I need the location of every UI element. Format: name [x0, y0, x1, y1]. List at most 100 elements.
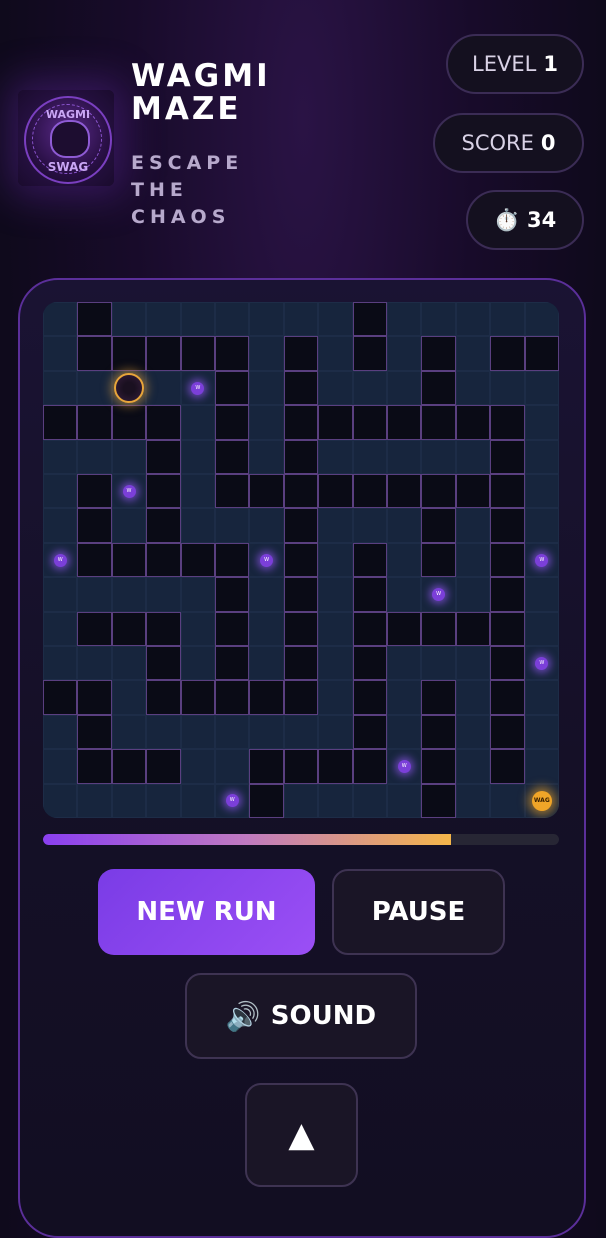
- maze-path-cell: [180, 439, 215, 474]
- maze-wall-cell: [215, 370, 250, 406]
- maze-path-cell: [43, 611, 78, 646]
- maze-path-cell: [111, 577, 147, 612]
- maze-path-cell: [111, 646, 147, 681]
- maze-path-cell: [249, 508, 284, 543]
- sound-button[interactable]: 🔊 SOUND: [185, 973, 417, 1059]
- maze-path-cell: [146, 302, 181, 337]
- subtitle-line-3: CHAOS: [131, 206, 231, 228]
- maze-wall-cell: [283, 474, 319, 509]
- maze-path-cell: [455, 714, 491, 750]
- maze-path-cell: [111, 302, 147, 337]
- move-up-button[interactable]: ▲: [245, 1083, 358, 1187]
- maze-wall-cell: [111, 749, 147, 784]
- maze-path-cell: [43, 577, 78, 612]
- logo-text-bottom: SWAG: [47, 160, 89, 174]
- maze-wall-cell: [387, 474, 422, 509]
- maze-path-cell: [455, 370, 491, 406]
- maze-path-cell: [111, 680, 147, 715]
- maze-wall-cell: [77, 508, 112, 543]
- maze-wall-cell: [352, 577, 387, 612]
- maze-path-cell: [283, 783, 319, 818]
- maze-wall-cell: [283, 611, 319, 646]
- maze-wall-cell: [180, 336, 215, 371]
- maze-path-cell: [111, 508, 147, 543]
- timer-pill: ⏱️ 34: [466, 190, 584, 250]
- maze-wall-cell: [387, 611, 422, 646]
- maze-wall-cell: [352, 714, 387, 750]
- new-run-button[interactable]: NEW RUN: [98, 869, 315, 955]
- maze-path-cell: [524, 474, 559, 509]
- maze-wall-cell: [283, 680, 319, 715]
- maze-wall-cell: [490, 577, 525, 612]
- maze-path-cell: [318, 508, 353, 543]
- maze-path-cell: [180, 714, 215, 750]
- maze-path-cell: [180, 783, 215, 818]
- maze-path-cell: [43, 783, 78, 818]
- maze-wall-cell: [283, 542, 319, 578]
- score-label: SCORE: [461, 131, 534, 155]
- maze-wall-cell: [490, 405, 525, 440]
- maze-path-cell: [215, 749, 250, 784]
- maze-path-cell: [77, 370, 112, 406]
- maze-path-cell: [524, 439, 559, 474]
- maze-wall-cell: [421, 542, 456, 578]
- maze-path-cell: [111, 783, 147, 818]
- maze-path-cell: [318, 542, 353, 578]
- maze-path-cell: [43, 474, 78, 509]
- maze-wall-cell: [352, 542, 387, 578]
- maze-path-cell: [387, 336, 422, 371]
- score-pill: SCORE 0: [433, 113, 584, 173]
- maze-path-cell: [490, 370, 525, 406]
- maze-path-cell: [352, 783, 387, 818]
- maze-wall-cell: [111, 336, 147, 371]
- maze-path-cell: [352, 370, 387, 406]
- maze-path-cell: [524, 749, 559, 784]
- maze-path-cell: [146, 714, 181, 750]
- maze-wall-cell: [352, 680, 387, 715]
- maze-wall-cell: [524, 336, 559, 371]
- maze-wall-cell: [215, 611, 250, 646]
- exit-token: WAG: [531, 790, 552, 811]
- maze-wall-cell: [283, 336, 319, 371]
- maze-path-cell: [455, 646, 491, 681]
- maze-path-cell: [146, 370, 181, 406]
- maze-path-cell: [524, 405, 559, 440]
- maze-wall-cell: [283, 646, 319, 681]
- maze-wall-cell: [352, 474, 387, 509]
- maze-wall-cell: [421, 783, 456, 818]
- wagmi-coin-icon: W: [122, 484, 136, 498]
- maze-path-cell: [77, 783, 112, 818]
- maze-wall-cell: [77, 336, 112, 371]
- maze-wall-cell: [146, 680, 181, 715]
- maze-wall-cell: [421, 680, 456, 715]
- maze-path-cell: [249, 646, 284, 681]
- arrow-up-icon: ▲: [288, 1115, 315, 1155]
- maze-wall-cell: [77, 611, 112, 646]
- maze-path-cell: [387, 439, 422, 474]
- maze-wall-cell: [352, 611, 387, 646]
- maze-wall-cell: [455, 405, 491, 440]
- maze-path-cell: [249, 405, 284, 440]
- maze-wall-cell: [77, 302, 112, 337]
- pause-button[interactable]: PAUSE: [332, 869, 505, 955]
- maze-path-cell: [180, 508, 215, 543]
- maze-path-cell: [111, 714, 147, 750]
- maze-wall-cell: [249, 474, 284, 509]
- maze-path-cell: [283, 714, 319, 750]
- maze-wall-cell: [249, 680, 284, 715]
- wagmi-coin-icon: W: [432, 587, 446, 601]
- maze-wall-cell: [318, 474, 353, 509]
- maze-path-cell: [318, 336, 353, 371]
- maze-wall-cell: [77, 542, 112, 578]
- maze-path-cell: [421, 439, 456, 474]
- maze-path-cell: [318, 302, 353, 337]
- maze-path-cell: [387, 370, 422, 406]
- maze-wall-cell: [146, 439, 181, 474]
- maze-wall-cell: [146, 749, 181, 784]
- maze-wall-cell: [146, 646, 181, 681]
- maze-path-cell: [421, 646, 456, 681]
- level-pill: LEVEL 1: [446, 34, 584, 94]
- maze-path-cell: [318, 783, 353, 818]
- maze-wall-cell: [249, 749, 284, 784]
- game-subtitle: ESCAPE THE CHAOS: [131, 150, 243, 231]
